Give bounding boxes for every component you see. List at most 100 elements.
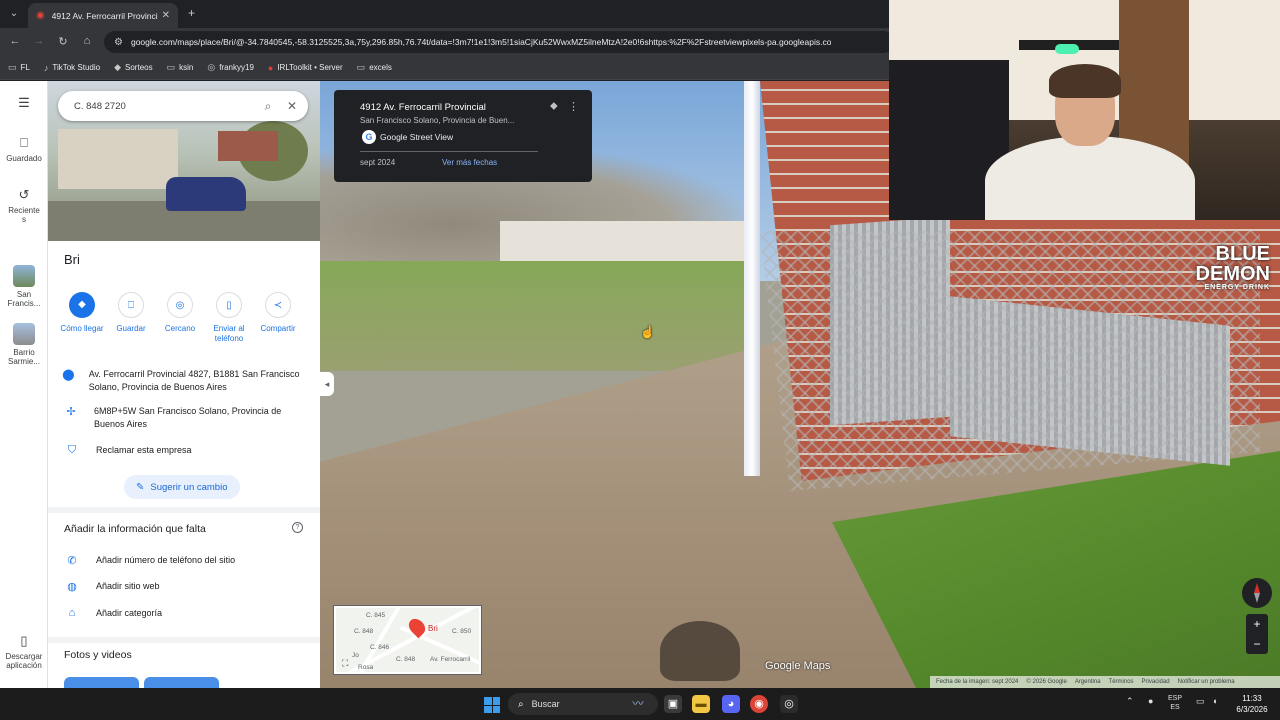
zoom-in-button[interactable]: + — [1246, 614, 1268, 634]
bookmark-fl[interactable]: ▭ FL — [8, 62, 30, 73]
bookmark-irltoolkit[interactable]: ● IRLToolkit • Server — [268, 63, 343, 73]
search-icon[interactable]: ⌕ — [256, 99, 280, 114]
zoom-out-button[interactable]: − — [1246, 634, 1268, 654]
terms-link[interactable]: Términos — [1109, 679, 1134, 685]
minimap-label: Av. Ferrocarril — [430, 656, 471, 663]
discord-icon[interactable]: ◕ — [722, 695, 740, 713]
plus-code-row[interactable]: ✢ 6M8P+5W San Francisco Solano, Provinci… — [62, 405, 312, 431]
app-icon: ● — [267, 62, 274, 73]
bookmark-frankyy19[interactable]: ◎ frankyy19 — [207, 62, 254, 73]
save-button[interactable]: ⎕ Guardar — [107, 292, 155, 344]
bookmark-label: FL — [20, 63, 30, 72]
bookmark-excels[interactable]: ▭ excels — [357, 62, 392, 73]
search-box[interactable]: C. 848 2720 ⌕ ✕ — [58, 91, 308, 121]
location-pin-icon[interactable]: ⬥ — [550, 100, 558, 113]
file-explorer-icon[interactable]: ▬ — [692, 695, 710, 713]
google-maps-watermark: Google Maps — [765, 660, 831, 672]
bookmark-sorteos[interactable]: ◆ Sorteos — [114, 62, 153, 73]
language-indicator[interactable]: ESP ES — [1168, 694, 1182, 712]
windows-start-icon[interactable] — [484, 697, 500, 713]
add-category-row[interactable]: ⌂ Añadir categoría — [62, 607, 312, 620]
home-icon[interactable]: ⌂ — [80, 35, 94, 47]
chrome-icon[interactable]: ◉ — [750, 695, 768, 713]
tray-overflow-icon[interactable]: ⌃ — [1126, 696, 1134, 707]
bookmark-tiktok[interactable]: ♪ TikTok Studio — [44, 63, 100, 73]
taskbar-clock[interactable]: 11:33 6/3/2026 — [1228, 693, 1276, 715]
folder-icon: ▭ — [8, 62, 17, 72]
photo-house — [58, 129, 178, 189]
microphone-icon[interactable]: ● — [1148, 696, 1153, 706]
rail-download-app[interactable]: ▯ Descargar aplicación — [0, 633, 48, 670]
copyright: © 2026 Google — [1026, 679, 1067, 685]
rail-recent[interactable]: ↺ Reciente s — [0, 187, 48, 224]
add-website-row[interactable]: ◍ Añadir sitio web — [62, 580, 312, 593]
bookmark-ksin[interactable]: ▭ ksin — [167, 62, 194, 73]
address-bar[interactable]: ⚙ google.com/maps/place/Bri/@-34.7840545… — [104, 31, 894, 53]
mini-map[interactable]: C. 845 C. 848 C. 850 C. 846 C. 848 Av. F… — [333, 605, 482, 675]
obs-icon[interactable]: ◎ — [780, 695, 798, 713]
task-view-icon[interactable]: ▣ — [664, 695, 682, 713]
new-tab-icon[interactable]: + — [188, 6, 195, 20]
hamburger-icon: ☰ — [18, 95, 30, 110]
add-phone-row[interactable]: ✆ Añadir número de teléfono del sitio — [62, 554, 312, 567]
see-more-dates-link[interactable]: Ver más fechas — [442, 158, 497, 167]
close-tab-icon[interactable]: ✕ — [162, 10, 170, 21]
map-pin-icon — [405, 615, 429, 639]
lang-layout: ES — [1170, 704, 1180, 711]
cam-person-hair — [1049, 64, 1121, 98]
site-info-icon[interactable]: ⚙ — [114, 37, 123, 48]
action-label: Cercano — [164, 324, 196, 333]
close-icon[interactable]: ✕ — [280, 99, 304, 113]
minimap-road — [336, 608, 479, 672]
address-row[interactable]: ⬤ Av. Ferrocarril Provincial 4827, B1881… — [62, 368, 312, 394]
privacy-link[interactable]: Privacidad — [1142, 679, 1170, 685]
compass-icon[interactable] — [1242, 578, 1272, 608]
sv-pole — [744, 81, 760, 476]
menu-button[interactable]: ☰ — [0, 95, 48, 114]
directions-button[interactable]: ◆ Cómo llegar — [58, 292, 106, 344]
brand-tagline: ENERGY DRINK — [1204, 284, 1270, 291]
place-title: Bri — [64, 252, 80, 267]
sv-card-source: Google Street View — [380, 132, 454, 142]
taskbar-widget-icon[interactable]: 〰 — [626, 695, 650, 713]
search-input[interactable]: C. 848 2720 — [74, 101, 256, 112]
photo-thumbnail[interactable] — [144, 677, 219, 688]
network-icon[interactable]: ▭ — [1196, 696, 1205, 707]
tab-search-icon[interactable]: ⌄ — [6, 6, 22, 22]
compass-north — [1254, 583, 1260, 593]
nearby-button[interactable]: ◎ Cercano — [156, 292, 204, 344]
help-icon[interactable]: ? — [292, 522, 303, 533]
country-link[interactable]: Argentina — [1075, 679, 1101, 685]
suggest-edit-button[interactable]: ✎ Sugerir un cambio — [124, 475, 240, 499]
bookmark-label: excels — [369, 63, 392, 72]
reload-icon[interactable]: ↻ — [56, 35, 70, 48]
rail-saved[interactable]: ⎕ Guardado — [0, 135, 48, 163]
forward-icon[interactable]: → — [32, 35, 46, 47]
star-icon: ◆ — [114, 62, 122, 72]
share-icon: ≺ — [265, 292, 291, 318]
collapse-panel-button[interactable]: ◂ — [320, 372, 334, 396]
location-pin-icon: ⬤ — [62, 369, 75, 381]
more-options-icon[interactable]: ⋮ — [568, 100, 579, 113]
missing-info-title: Añadir la información que falta — [64, 523, 206, 535]
rail-recent-place-2[interactable]: Barrio Sarmie... — [0, 323, 48, 366]
windows-taskbar: ⌕ Buscar 〰 ▣ ▬ ◕ ◉ ◎ ⌃ ● ESP ES ▭ ◖ 11:33… — [0, 688, 1280, 720]
volume-icon[interactable]: ◖ — [1212, 696, 1217, 706]
bookmark-label: frankyy19 — [219, 63, 254, 72]
tiktok-icon: ♪ — [43, 62, 49, 73]
share-button[interactable]: ≺ Compartir — [254, 292, 302, 344]
rail-recent-place-1[interactable]: San Francis... — [0, 265, 48, 308]
plus-code-icon: ✢ — [66, 406, 76, 418]
folder-icon: ▭ — [166, 62, 176, 72]
plus-code-text: 6M8P+5W San Francisco Solano, Provincia … — [93, 406, 282, 429]
minimap-label: Jo — [352, 652, 359, 659]
cam-neon-sign — [1055, 44, 1079, 54]
expand-icon[interactable]: ⛶ — [342, 658, 348, 669]
claim-row[interactable]: ⛉ Reclamar esta empresa — [62, 444, 312, 457]
report-problem-link[interactable]: Notificar un problema — [1178, 679, 1235, 685]
browser-tab-maps[interactable]: ◉ 4912 Av. Ferrocarril Provincial - ... … — [28, 3, 178, 28]
back-icon[interactable]: ← — [8, 35, 22, 47]
send-to-phone-button[interactable]: ▯ Enviar al teléfono — [205, 292, 253, 344]
photo-thumbnail[interactable] — [64, 677, 139, 688]
rail-recent-count: s — [22, 215, 26, 224]
